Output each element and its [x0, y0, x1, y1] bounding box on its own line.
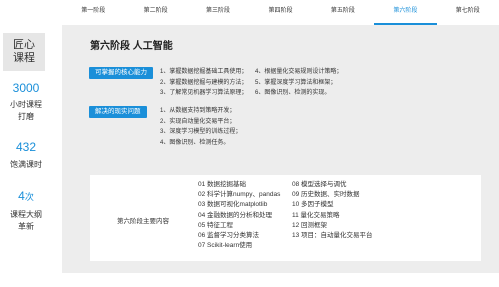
content-item: 03 数据可视化matplotlib	[198, 201, 268, 209]
core-abilities-left: 1、掌握数据挖掘基础工具使用； 2、掌握数据挖掘与建模的方法； 3、了解常见机器…	[160, 67, 247, 99]
brand-line-1: 匠心	[13, 39, 35, 51]
stats-sidebar: 匠心 课程 3000 小时课程 打磨 432 饱满课时 4次 课程大纲 革新	[0, 0, 52, 287]
stage-title: 第六阶段 人工智能	[90, 41, 173, 52]
tab-stage-2[interactable]: 第二阶段	[124, 0, 186, 25]
content-item: 10 多因子模型	[292, 201, 334, 209]
content-item: 07 Scikit-learn使用	[198, 242, 253, 250]
brand-badge: 匠心 课程	[3, 33, 45, 71]
stat-sessions-label: 饱满课时	[10, 160, 42, 169]
ability-item: 1、掌握数据挖掘基础工具使用；	[160, 69, 248, 75]
problem-list: 1、从数据支持到策略开发； 2、实现自动量化交易平台； 3、深度学习模型的训练过…	[160, 106, 241, 148]
problem-item: 2、实现自动量化交易平台；	[160, 118, 236, 125]
core-abilities-right: 4、根据量化交易规则设计策略； 5、掌握深度学习算法和框架； 6、图像识别、检测…	[255, 67, 342, 99]
ability-item: 4、根据量化交易规则设计策略；	[255, 69, 343, 75]
stage-detail-panel: 第六阶段 人工智能 可掌握的核心能力 1、掌握数据挖掘基础工具使用； 2、掌握数…	[62, 25, 499, 273]
tab-stage-7[interactable]: 第七阶段	[437, 0, 499, 25]
content-list-right: 08 模型选择与调优 09 历史数据、实时数据 10 多因子模型 11 量化交易…	[292, 180, 373, 241]
tab-stage-6[interactable]: 第六阶段	[374, 0, 437, 25]
ability-item: 3、了解常见机器学习算法原理；	[160, 90, 248, 96]
content-item: 04 金融数据的分析和处理	[198, 211, 273, 219]
tab-stage-3[interactable]: 第三阶段	[187, 0, 249, 25]
problem-label: 解决的现实问题	[89, 106, 147, 118]
stat-hours-label: 小时课程 打磨	[10, 100, 42, 121]
problem-item: 1、从数据支持到策略开发；	[160, 108, 236, 114]
ability-item: 6、图像识别、检测的实现。	[255, 90, 331, 96]
tab-stage-5[interactable]: 第五阶段	[312, 0, 374, 25]
content-item: 12 回测框架	[292, 221, 328, 229]
content-item: 09 历史数据、实时数据	[292, 191, 360, 199]
core-ability-label: 可掌握的核心能力	[89, 67, 153, 79]
stat-revisions-value: 4次	[18, 189, 34, 203]
content-label: 第六阶段主要内容	[117, 218, 169, 225]
content-item: 01 数据挖掘基础	[198, 181, 247, 188]
content-item: 02 科学计算numpy、pandas	[198, 191, 281, 199]
tab-stage-1[interactable]: 第一阶段	[62, 0, 124, 25]
stat-hours-value: 3000	[12, 81, 40, 95]
ability-item: 2、掌握数据挖掘与建模的方法；	[160, 79, 248, 86]
content-item: 05 特征工程	[198, 221, 234, 229]
ability-item: 5、掌握深度学习算法和框架；	[255, 79, 337, 86]
content-item: 11 量化交易策略	[292, 211, 340, 219]
content-item: 06 监督学习分类算法	[198, 232, 260, 240]
stage-tabs: 第一阶段 第二阶段 第三阶段 第四阶段 第五阶段 第六阶段 第七阶段	[62, 0, 499, 25]
content-item: 13 项目：自动量化交易平台	[292, 232, 373, 240]
problem-item: 3、深度学习模型的训练过程；	[160, 129, 242, 135]
stat-revisions-label: 课程大纲 革新	[10, 210, 42, 231]
tab-stage-4[interactable]: 第四阶段	[249, 0, 311, 25]
stat-sessions-value: 432	[15, 140, 37, 154]
problem-item: 4、图像识别、检测任务。	[160, 139, 230, 146]
content-item: 08 模型选择与调优	[292, 181, 347, 188]
content-list-left: 01 数据挖掘基础 02 科学计算numpy、pandas 03 数据可视化ma…	[198, 180, 280, 251]
brand-line-2: 课程	[13, 52, 35, 64]
main-content-card: 第六阶段主要内容 01 数据挖掘基础 02 科学计算numpy、pandas 0…	[90, 175, 481, 261]
